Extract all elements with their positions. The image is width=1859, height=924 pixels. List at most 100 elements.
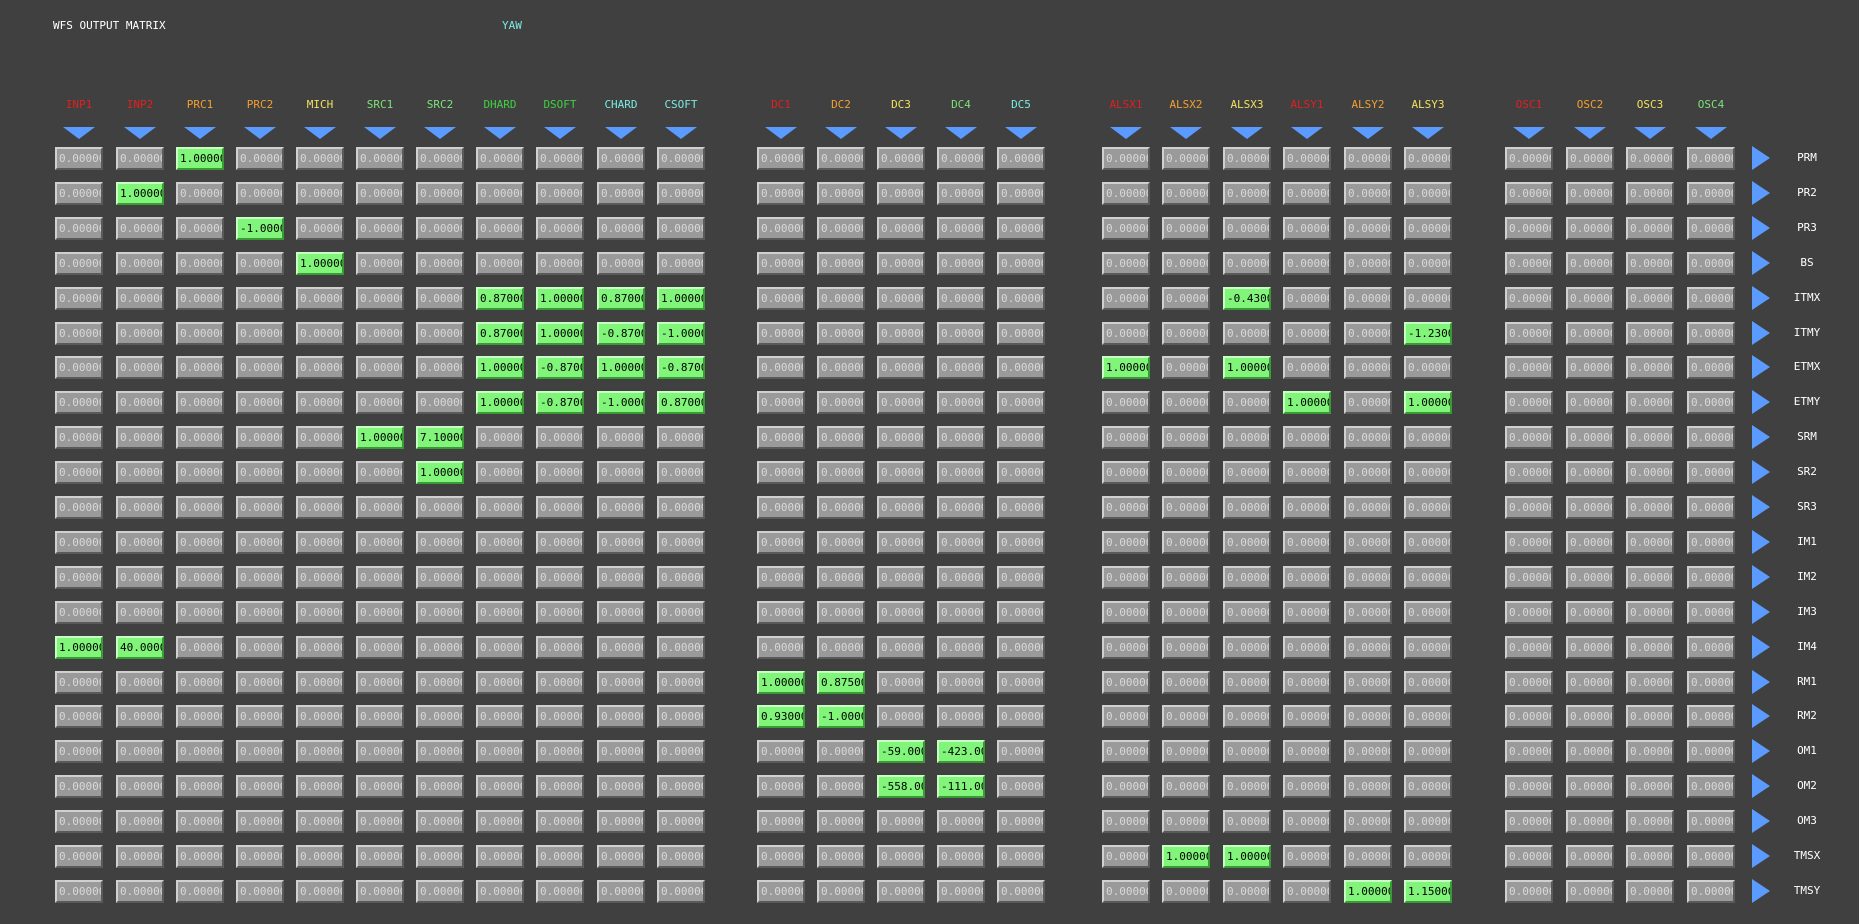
matrix-cell-im2-dhard[interactable]: 0.00000 — [476, 566, 524, 589]
matrix-cell-om3-dhard[interactable]: 0.00000 — [476, 810, 524, 833]
matrix-cell-om2-alsy2[interactable]: 0.00000 — [1344, 775, 1392, 798]
matrix-cell-itmy-csoft[interactable]: -1.0000 — [657, 322, 705, 345]
matrix-cell-itmx-inp1[interactable]: 0.00000 — [55, 287, 103, 310]
matrix-cell-tmsx-osc3[interactable]: 0.00000 — [1626, 845, 1674, 868]
matrix-cell-im3-chard[interactable]: 0.00000 — [597, 601, 645, 624]
matrix-cell-bs-prc1[interactable]: 0.00000 — [176, 252, 224, 275]
matrix-cell-etmx-dc3[interactable]: 0.00000 — [877, 356, 925, 379]
matrix-cell-om1-src1[interactable]: 0.00000 — [356, 740, 404, 763]
matrix-cell-bs-dc1[interactable]: 0.00000 — [757, 252, 805, 275]
matrix-cell-rm2-prc1[interactable]: 0.00000 — [176, 705, 224, 728]
matrix-cell-rm1-chard[interactable]: 0.00000 — [597, 671, 645, 694]
matrix-cell-itmx-osc4[interactable]: 0.00000 — [1687, 287, 1735, 310]
row-ramp-rm1-icon[interactable] — [1752, 670, 1770, 694]
matrix-cell-pr2-dc2[interactable]: 0.00000 — [817, 182, 865, 205]
row-ramp-bs-icon[interactable] — [1752, 251, 1770, 275]
matrix-cell-om3-dc1[interactable]: 0.00000 — [757, 810, 805, 833]
matrix-cell-tmsx-inp1[interactable]: 0.00000 — [55, 845, 103, 868]
matrix-cell-tmsy-prc1[interactable]: 0.00000 — [176, 880, 224, 903]
matrix-cell-om3-alsy2[interactable]: 0.00000 — [1344, 810, 1392, 833]
matrix-cell-rm1-alsx2[interactable]: 0.00000 — [1162, 671, 1210, 694]
matrix-cell-im1-src2[interactable]: 0.00000 — [416, 531, 464, 554]
matrix-cell-prm-dc1[interactable]: 0.00000 — [757, 147, 805, 170]
matrix-cell-im1-osc2[interactable]: 0.00000 — [1566, 531, 1614, 554]
matrix-cell-itmy-alsx2[interactable]: 0.00000 — [1162, 322, 1210, 345]
matrix-cell-sr2-alsy3[interactable]: 0.00000 — [1404, 461, 1452, 484]
matrix-cell-pr2-osc3[interactable]: 0.00000 — [1626, 182, 1674, 205]
matrix-cell-rm2-dc1[interactable]: 0.93000 — [757, 705, 805, 728]
matrix-cell-pr3-csoft[interactable]: 0.00000 — [657, 217, 705, 240]
matrix-cell-etmy-alsx3[interactable]: 0.00000 — [1223, 391, 1271, 414]
matrix-cell-om2-alsy1[interactable]: 0.00000 — [1283, 775, 1331, 798]
matrix-cell-im4-alsy3[interactable]: 0.00000 — [1404, 636, 1452, 659]
matrix-cell-bs-src1[interactable]: 0.00000 — [356, 252, 404, 275]
matrix-cell-srm-dc1[interactable]: 0.00000 — [757, 426, 805, 449]
matrix-cell-srm-prc1[interactable]: 0.00000 — [176, 426, 224, 449]
matrix-cell-rm2-mich[interactable]: 0.00000 — [296, 705, 344, 728]
matrix-cell-etmx-mich[interactable]: 0.00000 — [296, 356, 344, 379]
matrix-cell-prm-src2[interactable]: 0.00000 — [416, 147, 464, 170]
matrix-cell-im1-osc1[interactable]: 0.00000 — [1505, 531, 1553, 554]
matrix-cell-etmy-src2[interactable]: 0.00000 — [416, 391, 464, 414]
matrix-cell-im3-inp1[interactable]: 0.00000 — [55, 601, 103, 624]
row-ramp-etmy-icon[interactable] — [1752, 390, 1770, 414]
column-ramp-src2-icon[interactable] — [424, 127, 456, 139]
matrix-cell-etmy-dhard[interactable]: 1.00000 — [476, 391, 524, 414]
matrix-cell-itmy-dhard[interactable]: 0.87000 — [476, 322, 524, 345]
matrix-cell-itmx-chard[interactable]: 0.87000 — [597, 287, 645, 310]
matrix-cell-im1-osc3[interactable]: 0.00000 — [1626, 531, 1674, 554]
matrix-cell-tmsx-src1[interactable]: 0.00000 — [356, 845, 404, 868]
matrix-cell-rm2-dsoft[interactable]: 0.00000 — [536, 705, 584, 728]
matrix-cell-im3-alsx2[interactable]: 0.00000 — [1162, 601, 1210, 624]
matrix-cell-tmsx-alsx2[interactable]: 1.00000 — [1162, 845, 1210, 868]
matrix-cell-im3-prc2[interactable]: 0.00000 — [236, 601, 284, 624]
matrix-cell-im1-alsy3[interactable]: 0.00000 — [1404, 531, 1452, 554]
column-ramp-csoft-icon[interactable] — [665, 127, 697, 139]
matrix-cell-tmsy-osc2[interactable]: 0.00000 — [1566, 880, 1614, 903]
matrix-cell-sr2-dsoft[interactable]: 0.00000 — [536, 461, 584, 484]
matrix-cell-im4-alsy2[interactable]: 0.00000 — [1344, 636, 1392, 659]
matrix-cell-prm-alsx2[interactable]: 0.00000 — [1162, 147, 1210, 170]
matrix-cell-etmx-osc3[interactable]: 0.00000 — [1626, 356, 1674, 379]
matrix-cell-pr2-prc2[interactable]: 0.00000 — [236, 182, 284, 205]
matrix-cell-srm-src2[interactable]: 7.10000 — [416, 426, 464, 449]
matrix-cell-sr3-src1[interactable]: 0.00000 — [356, 496, 404, 519]
matrix-cell-im3-dc3[interactable]: 0.00000 — [877, 601, 925, 624]
column-ramp-dc5-icon[interactable] — [1005, 127, 1037, 139]
matrix-cell-sr2-alsx1[interactable]: 0.00000 — [1102, 461, 1150, 484]
matrix-cell-tmsx-osc1[interactable]: 0.00000 — [1505, 845, 1553, 868]
matrix-cell-im1-alsx3[interactable]: 0.00000 — [1223, 531, 1271, 554]
row-ramp-srm-icon[interactable] — [1752, 425, 1770, 449]
matrix-cell-tmsy-alsy1[interactable]: 0.00000 — [1283, 880, 1331, 903]
matrix-cell-prm-alsy3[interactable]: 0.00000 — [1404, 147, 1452, 170]
matrix-cell-etmy-alsy3[interactable]: 1.00000 — [1404, 391, 1452, 414]
matrix-cell-om2-dc4[interactable]: -111.00 — [937, 775, 985, 798]
matrix-cell-im3-dc1[interactable]: 0.00000 — [757, 601, 805, 624]
matrix-cell-tmsy-dhard[interactable]: 0.00000 — [476, 880, 524, 903]
matrix-cell-tmsy-osc4[interactable]: 0.00000 — [1687, 880, 1735, 903]
matrix-cell-srm-alsx1[interactable]: 0.00000 — [1102, 426, 1150, 449]
matrix-cell-pr3-osc4[interactable]: 0.00000 — [1687, 217, 1735, 240]
matrix-cell-srm-osc4[interactable]: 0.00000 — [1687, 426, 1735, 449]
matrix-cell-om1-alsy1[interactable]: 0.00000 — [1283, 740, 1331, 763]
matrix-cell-om3-csoft[interactable]: 0.00000 — [657, 810, 705, 833]
matrix-cell-etmx-inp1[interactable]: 0.00000 — [55, 356, 103, 379]
matrix-cell-itmy-dc4[interactable]: 0.00000 — [937, 322, 985, 345]
matrix-cell-sr3-src2[interactable]: 0.00000 — [416, 496, 464, 519]
matrix-cell-tmsy-src2[interactable]: 0.00000 — [416, 880, 464, 903]
matrix-cell-tmsy-alsx2[interactable]: 0.00000 — [1162, 880, 1210, 903]
matrix-cell-im1-mich[interactable]: 0.00000 — [296, 531, 344, 554]
matrix-cell-om3-mich[interactable]: 0.00000 — [296, 810, 344, 833]
matrix-cell-pr3-alsx1[interactable]: 0.00000 — [1102, 217, 1150, 240]
matrix-cell-tmsy-alsx1[interactable]: 0.00000 — [1102, 880, 1150, 903]
matrix-cell-im1-alsx1[interactable]: 0.00000 — [1102, 531, 1150, 554]
matrix-cell-tmsx-alsy2[interactable]: 0.00000 — [1344, 845, 1392, 868]
matrix-cell-sr3-alsx3[interactable]: 0.00000 — [1223, 496, 1271, 519]
row-ramp-im1-icon[interactable] — [1752, 530, 1770, 554]
matrix-cell-om1-alsx2[interactable]: 0.00000 — [1162, 740, 1210, 763]
matrix-cell-im2-alsy2[interactable]: 0.00000 — [1344, 566, 1392, 589]
matrix-cell-etmy-csoft[interactable]: 0.87000 — [657, 391, 705, 414]
matrix-cell-rm2-dc4[interactable]: 0.00000 — [937, 705, 985, 728]
matrix-cell-prm-dhard[interactable]: 0.00000 — [476, 147, 524, 170]
matrix-cell-sr2-src1[interactable]: 0.00000 — [356, 461, 404, 484]
